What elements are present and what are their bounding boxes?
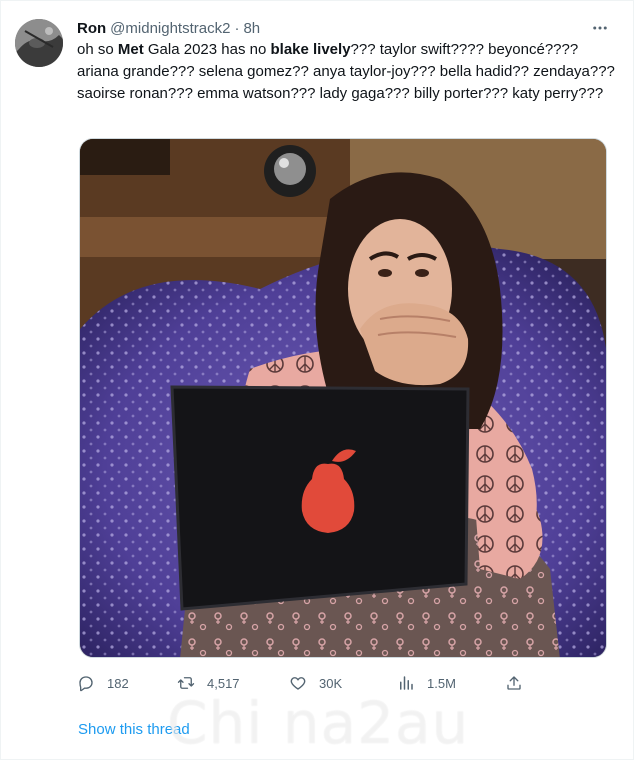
author-avatar[interactable]: [15, 19, 63, 67]
tweet-card[interactable]: Ron @midnightstrack2 · 8h oh so Met Gala…: [0, 0, 634, 760]
separator-dot: ·: [234, 19, 240, 37]
share-button[interactable]: [505, 671, 535, 695]
tweet-header: Ron @midnightstrack2 · 8h: [77, 17, 260, 39]
avatar-photo-icon: [15, 19, 63, 67]
author-name[interactable]: Ron: [77, 20, 106, 37]
reply-icon: [79, 676, 93, 692]
meme-photo-icon: [80, 139, 606, 657]
tweet-text: oh so Met Gala 2023 has no blake lively?…: [77, 39, 617, 105]
watermark-text: Chi na2au: [167, 689, 470, 757]
share-icon: [507, 676, 521, 690]
more-icon[interactable]: [589, 17, 611, 39]
reply-button[interactable]: 182: [77, 671, 129, 695]
tweet-timestamp[interactable]: 8h: [243, 20, 260, 37]
tweet-text-part: oh so: [77, 41, 118, 58]
tweet-text-bold: Met: [117, 41, 144, 58]
author-handle[interactable]: @midnightstrack2: [110, 20, 230, 37]
tweet-text-bold: blake lively: [270, 41, 351, 58]
reply-count: 182: [107, 675, 129, 691]
tweet-media[interactable]: [79, 138, 607, 658]
tweet-text-part: Gala 2023 has no: [143, 41, 271, 58]
